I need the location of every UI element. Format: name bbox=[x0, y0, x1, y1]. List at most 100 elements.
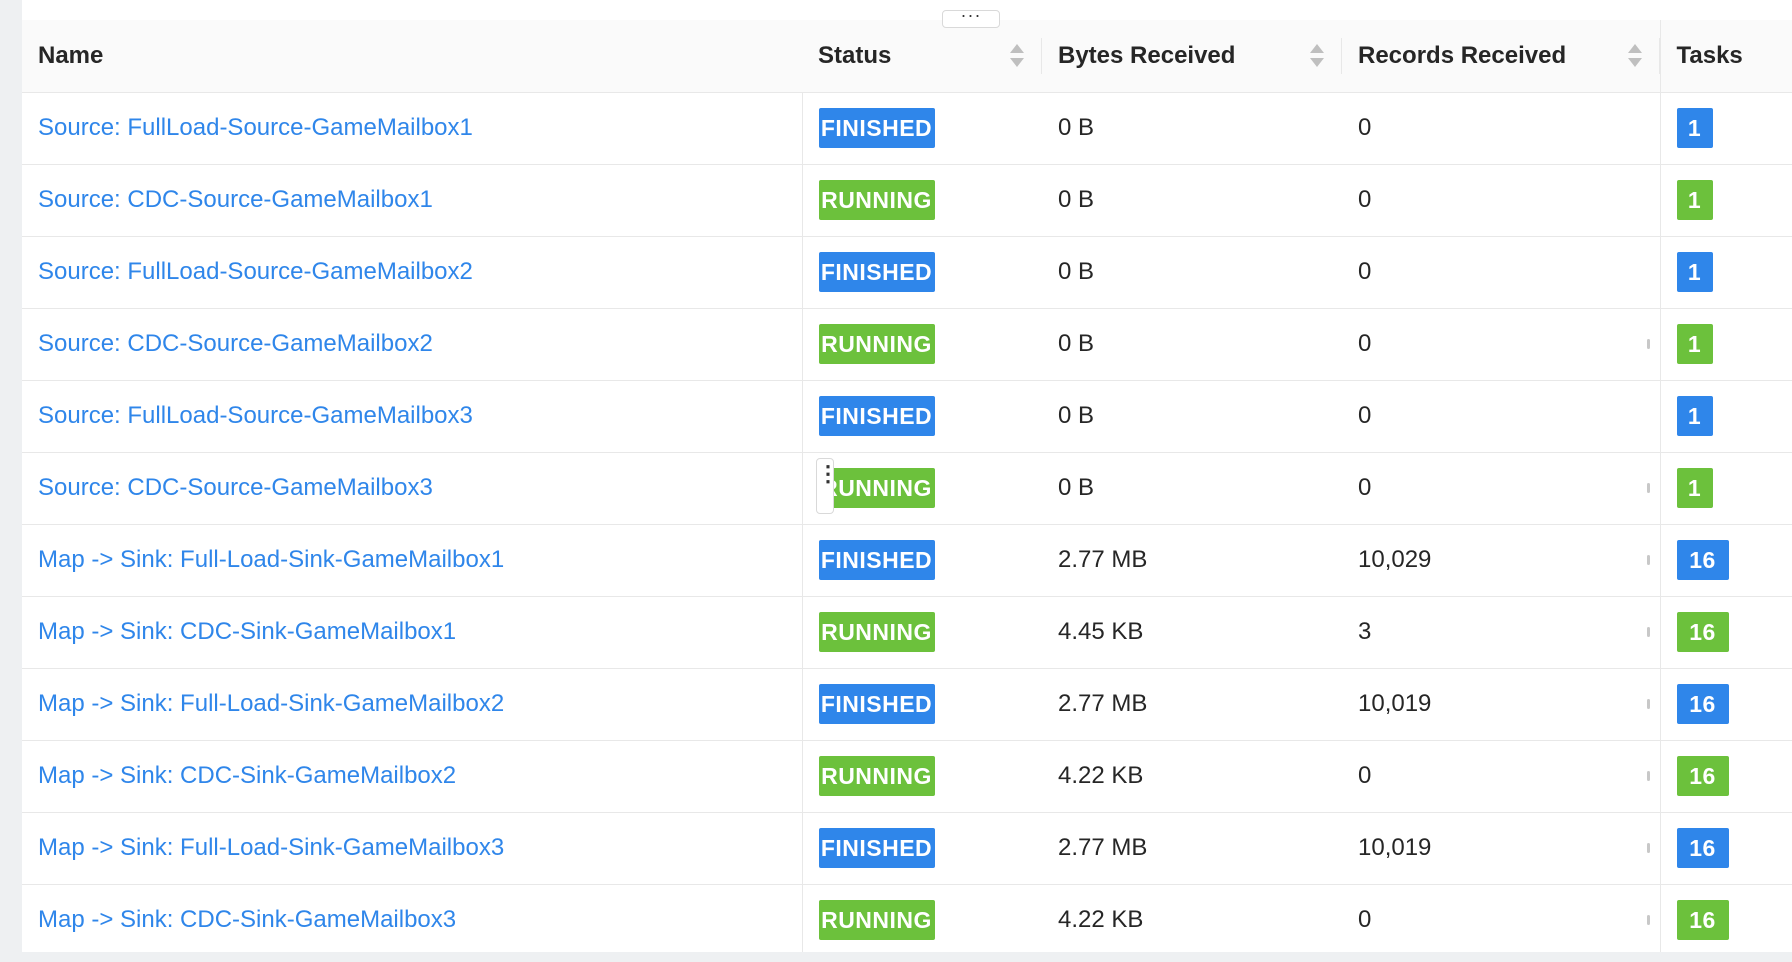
status-badge: FINISHED bbox=[818, 252, 935, 292]
bytes-received-cell: 4.22 KB bbox=[1042, 884, 1342, 952]
table-row[interactable]: Source: CDC-Source-GameMailbox2 RUNNING … bbox=[22, 308, 1792, 381]
tasks-cell: 16 bbox=[1646, 812, 1792, 885]
bytes-received-value: 0 B bbox=[1058, 474, 1095, 501]
name-cell: Map -> Sink: CDC-Sink-GameMailbox3 bbox=[22, 884, 803, 952]
table-row[interactable]: Map -> Sink: Full-Load-Sink-GameMailbox3… bbox=[22, 812, 1792, 885]
job-vertex-link[interactable]: Source: FullLoad-Source-GameMailbox2 bbox=[38, 258, 473, 285]
top-strip bbox=[22, 0, 1792, 21]
status-badge: FINISHED bbox=[818, 396, 935, 436]
tasks-cell: 1 bbox=[1646, 452, 1792, 525]
records-received-value: 10,029 bbox=[1358, 546, 1432, 573]
vertices-table: Name Status Bytes Received Records Recei… bbox=[22, 20, 1792, 952]
name-cell: Map -> Sink: Full-Load-Sink-GameMailbox1 bbox=[22, 524, 803, 597]
tasks-badge: 1 bbox=[1676, 252, 1713, 292]
name-cell: Source: FullLoad-Source-GameMailbox3 bbox=[22, 380, 803, 453]
edge-tick bbox=[1646, 482, 1650, 493]
bytes-received-value: 4.45 KB bbox=[1058, 618, 1144, 645]
table-row[interactable]: Source: FullLoad-Source-GameMailbox2 FIN… bbox=[22, 236, 1792, 309]
status-cell: RUNNING bbox=[802, 884, 1042, 952]
name-cell: Source: CDC-Source-GameMailbox3 bbox=[22, 452, 803, 525]
records-received-cell: 0 bbox=[1342, 92, 1660, 165]
status-cell: RUNNING bbox=[802, 596, 1042, 669]
status-badge: RUNNING bbox=[818, 180, 935, 220]
tasks-badge: 16 bbox=[1676, 900, 1729, 940]
bytes-received-value: 2.77 MB bbox=[1058, 690, 1148, 717]
tasks-badge: 16 bbox=[1676, 540, 1729, 580]
table-row[interactable]: Map -> Sink: Full-Load-Sink-GameMailbox1… bbox=[22, 524, 1792, 597]
status-badge: FINISHED bbox=[818, 684, 935, 724]
records-received-value: 3 bbox=[1358, 618, 1372, 645]
job-vertex-link[interactable]: Source: FullLoad-Source-GameMailbox3 bbox=[38, 402, 473, 429]
collapse-handle-icon[interactable]: ··· bbox=[942, 6, 1000, 28]
tasks-cell: 1 bbox=[1659, 164, 1792, 237]
status-cell: RUNNING bbox=[802, 308, 1042, 381]
name-cell: Map -> Sink: Full-Load-Sink-GameMailbox2 bbox=[22, 668, 803, 741]
table-row[interactable]: Source: FullLoad-Source-GameMailbox3 FIN… bbox=[22, 380, 1792, 453]
records-received-value: 0 bbox=[1358, 114, 1372, 141]
sort-icon[interactable] bbox=[1010, 44, 1024, 70]
records-received-cell: 10,019 bbox=[1342, 812, 1660, 885]
tasks-cell: 1 bbox=[1659, 236, 1792, 309]
job-vertex-link[interactable]: Map -> Sink: CDC-Sink-GameMailbox1 bbox=[38, 618, 456, 645]
status-badge: FINISHED bbox=[818, 540, 935, 580]
name-cell: Source: FullLoad-Source-GameMailbox2 bbox=[22, 236, 803, 309]
records-received-value: 0 bbox=[1358, 330, 1372, 357]
status-cell: FINISHED bbox=[802, 524, 1042, 597]
column-header-status[interactable]: Status bbox=[802, 20, 1042, 93]
status-cell: RUNNING bbox=[802, 164, 1042, 237]
records-received-cell: 3 bbox=[1342, 596, 1660, 669]
bytes-received-cell: 2.77 MB bbox=[1042, 668, 1342, 741]
job-vertex-link[interactable]: Source: CDC-Source-GameMailbox3 bbox=[38, 474, 433, 501]
table-row[interactable]: Map -> Sink: Full-Load-Sink-GameMailbox2… bbox=[22, 668, 1792, 741]
tasks-badge: 16 bbox=[1676, 612, 1729, 652]
tasks-badge: 16 bbox=[1676, 684, 1729, 724]
table-row[interactable]: Source: FullLoad-Source-GameMailbox1 FIN… bbox=[22, 92, 1792, 165]
records-received-cell: 0 bbox=[1342, 164, 1660, 237]
column-header-tasks-label: Tasks bbox=[1676, 41, 1743, 69]
tasks-cell: 1 bbox=[1659, 380, 1792, 453]
table-row[interactable]: Source: CDC-Source-GameMailbox1 RUNNING … bbox=[22, 164, 1792, 237]
table-row[interactable]: Source: CDC-Source-GameMailbox3 RUNNING … bbox=[22, 452, 1792, 525]
column-header-bytes-received[interactable]: Bytes Received bbox=[1042, 20, 1342, 93]
name-cell: Source: FullLoad-Source-GameMailbox1 bbox=[22, 92, 803, 165]
job-vertex-link[interactable]: Map -> Sink: CDC-Sink-GameMailbox3 bbox=[38, 906, 456, 933]
name-cell: Source: CDC-Source-GameMailbox2 bbox=[22, 308, 803, 381]
edge-tick bbox=[1646, 914, 1650, 925]
job-vertex-link[interactable]: Map -> Sink: Full-Load-Sink-GameMailbox3 bbox=[38, 834, 504, 861]
bytes-received-value: 2.77 MB bbox=[1058, 546, 1148, 573]
tasks-badge: 16 bbox=[1676, 756, 1729, 796]
sort-icon[interactable] bbox=[1310, 44, 1324, 70]
bytes-received-cell: 0 B bbox=[1042, 380, 1342, 453]
status-badge: RUNNING bbox=[818, 324, 935, 364]
records-received-cell: 0 bbox=[1342, 236, 1660, 309]
column-header-name-label: Name bbox=[38, 41, 104, 69]
records-received-value: 0 bbox=[1358, 186, 1372, 213]
table-row[interactable]: Map -> Sink: CDC-Sink-GameMailbox1 RUNNI… bbox=[22, 596, 1792, 669]
job-vertex-link[interactable]: Source: CDC-Source-GameMailbox1 bbox=[38, 186, 433, 213]
job-vertex-link[interactable]: Map -> Sink: Full-Load-Sink-GameMailbox1 bbox=[38, 546, 504, 573]
records-received-cell: 0 bbox=[1342, 740, 1660, 813]
status-badge: RUNNING bbox=[818, 612, 935, 652]
bytes-received-value: 2.77 MB bbox=[1058, 834, 1148, 861]
records-received-cell: 0 bbox=[1342, 452, 1660, 525]
bytes-received-cell: 2.77 MB bbox=[1042, 524, 1342, 597]
job-vertex-link[interactable]: Source: CDC-Source-GameMailbox2 bbox=[38, 330, 433, 357]
bytes-received-value: 0 B bbox=[1058, 330, 1095, 357]
column-header-records-received[interactable]: Records Received bbox=[1342, 20, 1660, 93]
bytes-received-cell: 0 B bbox=[1042, 452, 1342, 525]
records-received-value: 0 bbox=[1358, 474, 1372, 501]
job-vertex-link[interactable]: Source: FullLoad-Source-GameMailbox1 bbox=[38, 114, 473, 141]
table-row[interactable]: Map -> Sink: CDC-Sink-GameMailbox2 RUNNI… bbox=[22, 740, 1792, 813]
name-cell: Source: CDC-Source-GameMailbox1 bbox=[22, 164, 803, 237]
edge-tick bbox=[1646, 842, 1650, 853]
job-vertex-link[interactable]: Map -> Sink: Full-Load-Sink-GameMailbox2 bbox=[38, 690, 504, 717]
table-row[interactable]: Map -> Sink: CDC-Sink-GameMailbox3 RUNNI… bbox=[22, 884, 1792, 952]
bytes-received-cell: 0 B bbox=[1042, 164, 1342, 237]
records-received-value: 0 bbox=[1358, 762, 1372, 789]
sort-icon[interactable] bbox=[1627, 44, 1642, 70]
tasks-cell: 16 bbox=[1646, 668, 1792, 741]
column-resize-handle-icon[interactable]: ⋮ bbox=[816, 458, 839, 514]
records-received-cell: 10,029 bbox=[1342, 524, 1660, 597]
tasks-badge: 1 bbox=[1676, 396, 1713, 436]
job-vertex-link[interactable]: Map -> Sink: CDC-Sink-GameMailbox2 bbox=[38, 762, 456, 789]
